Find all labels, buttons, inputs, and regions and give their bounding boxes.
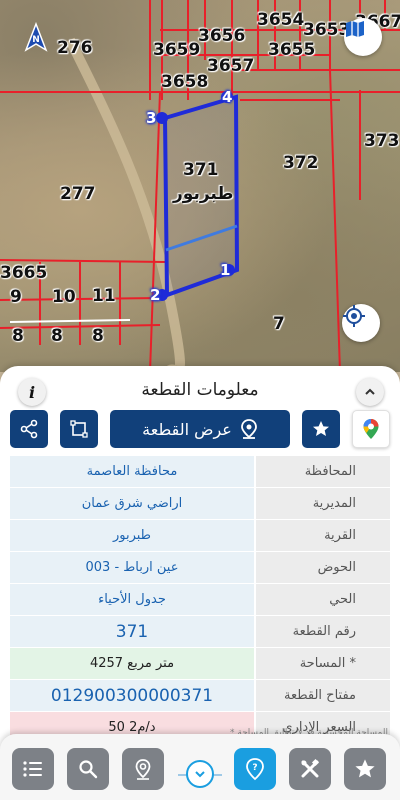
collapse-panel-button[interactable] — [356, 378, 384, 406]
list-button[interactable] — [12, 748, 54, 790]
vertex-label: 1 — [220, 261, 231, 279]
expand-menu-button[interactable] — [186, 760, 214, 788]
parcel-number: 277 — [60, 184, 96, 204]
map-pin-icon — [240, 419, 257, 439]
panel-header: i معلومات القطعة — [0, 374, 400, 410]
parcel-number: 3657 — [207, 56, 255, 76]
star-icon — [355, 759, 375, 778]
detail-row-basin: عين ارباط - 003 الحوض — [10, 552, 390, 583]
detail-key: رقم القطعة — [256, 616, 390, 647]
north-arrow-icon: N — [20, 22, 52, 54]
bottom-navigation: ? — [0, 734, 400, 800]
selected-parcel-village: طبربور — [173, 184, 234, 204]
parcel-number: 3658 — [161, 72, 209, 92]
crosshair-location-icon — [343, 305, 365, 327]
star-icon — [313, 421, 329, 436]
detail-row-area: 4257 متر مربع المساحة * — [10, 648, 390, 679]
draw-polygon-button[interactable] — [60, 410, 98, 448]
share-icon — [20, 419, 38, 439]
detail-key: مفتاح القطعة — [256, 680, 390, 711]
favorite-button[interactable] — [302, 410, 340, 448]
vertex-label: 2 — [150, 286, 161, 304]
detail-key: الحوض — [256, 552, 390, 583]
tools-icon — [301, 758, 320, 778]
parcel-number: 10 — [52, 287, 76, 307]
search-icon — [79, 760, 98, 779]
panel-title: معلومات القطعة — [141, 380, 259, 400]
detail-value: طبربور — [10, 520, 256, 551]
share-button[interactable] — [10, 410, 48, 448]
detail-key: المحافظة — [256, 456, 390, 487]
detail-key: القرية — [256, 520, 390, 551]
parcel-details-table: محافظة العاصمة المحافظة اراضي شرق عمان ا… — [10, 456, 390, 744]
parcel-number: 3665 — [0, 263, 48, 283]
screen: 276 3656 3659 3654 3653 3657 3655 3667 3… — [0, 0, 400, 800]
location-pin-icon — [135, 759, 151, 780]
parcel-number: 9 — [10, 287, 22, 307]
parcel-number: 8 — [51, 326, 63, 346]
parcel-number: 3656 — [198, 26, 246, 46]
map-layers-button[interactable] — [344, 18, 382, 56]
question-pin-icon: ? — [246, 758, 264, 781]
parcel-number: 3659 — [153, 40, 201, 60]
detail-value: اراضي شرق عمان — [10, 488, 256, 519]
parcel-number: 373 — [364, 131, 400, 151]
show-parcel-button[interactable]: عرض القطعة — [110, 410, 290, 448]
detail-row-parcel-key: 012900300000371 مفتاح القطعة — [10, 680, 390, 711]
parcel-number: 3655 — [268, 40, 316, 60]
parcel-number: 8 — [92, 326, 104, 346]
vertex-label: 3 — [146, 109, 157, 127]
google-maps-pin-icon — [363, 419, 379, 439]
detail-value: محافظة العاصمة — [10, 456, 256, 487]
favorites-button[interactable] — [344, 748, 386, 790]
detail-value: 012900300000371 — [10, 680, 256, 711]
polygon-icon — [70, 420, 88, 438]
selected-parcel-number: 371 — [183, 160, 219, 180]
satellite-map[interactable]: 276 3656 3659 3654 3653 3657 3655 3667 3… — [0, 0, 400, 372]
show-parcel-label: عرض القطعة — [142, 419, 232, 439]
parcel-number: 372 — [283, 153, 319, 173]
detail-key: المساحة * — [256, 648, 390, 679]
vertex-label: 4 — [222, 88, 233, 106]
parcel-toolbar: عرض القطعة — [0, 410, 400, 450]
search-button[interactable] — [67, 748, 109, 790]
detail-row-village: طبربور القرية — [10, 520, 390, 551]
location-search-button[interactable] — [122, 748, 164, 790]
detail-value: 4257 متر مربع — [10, 648, 256, 679]
chevron-down-icon — [195, 771, 205, 778]
chevron-up-icon — [365, 388, 375, 395]
parcel-number: 11 — [92, 286, 116, 306]
detail-value: جدول الأحياء — [10, 584, 256, 615]
parcel-number: 3654 — [257, 10, 305, 30]
parcel-number: 276 — [57, 38, 93, 58]
detail-row-neighborhood: جدول الأحياء الحي — [10, 584, 390, 615]
detail-value: عين ارباط - 003 — [10, 552, 256, 583]
detail-key: المديرية — [256, 488, 390, 519]
parcel-info-button[interactable]: ? — [234, 748, 276, 790]
parcel-number: 8 — [12, 326, 24, 346]
detail-value: 371 — [10, 616, 256, 647]
detail-key: الحي — [256, 584, 390, 615]
list-icon — [23, 761, 42, 777]
my-location-button[interactable] — [342, 304, 380, 342]
svg-text:?: ? — [252, 763, 257, 773]
tools-button[interactable] — [289, 748, 331, 790]
folded-map-icon — [346, 21, 364, 37]
detail-row-parcel-number: 371 رقم القطعة — [10, 616, 390, 647]
detail-row-governorate: محافظة العاصمة المحافظة — [10, 456, 390, 487]
svg-text:N: N — [32, 35, 40, 45]
parcel-number: 7 — [273, 314, 285, 334]
detail-row-directorate: اراضي شرق عمان المديرية — [10, 488, 390, 519]
google-maps-button[interactable] — [352, 410, 390, 448]
